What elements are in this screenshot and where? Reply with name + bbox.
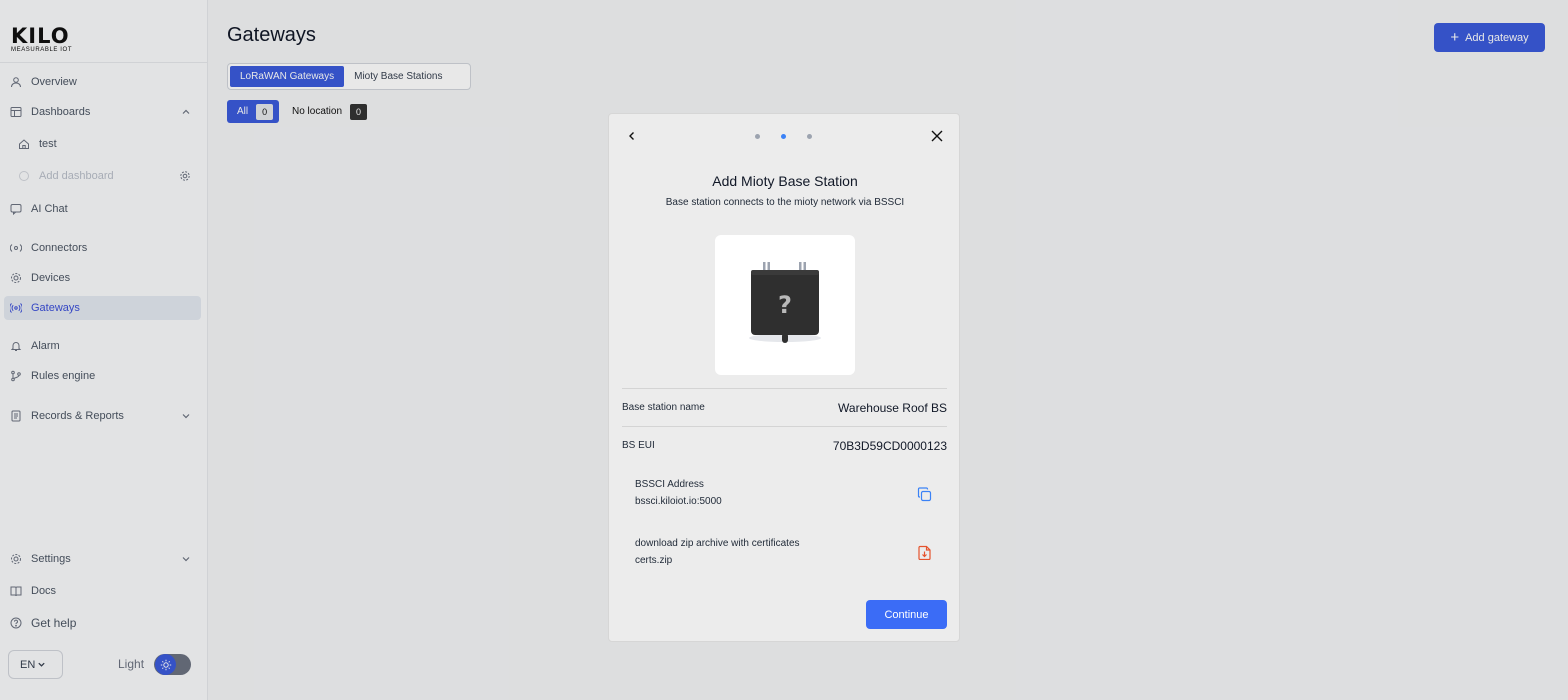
add-base-station-modal: Add Mioty Base Station Base station conn… [608, 113, 960, 642]
copy-icon[interactable] [917, 487, 932, 502]
bssci-address-block: BSSCI Address bssci.kiloiot.io:5000 [635, 476, 935, 510]
step-indicator [755, 134, 812, 139]
base-station-name-value: Warehouse Roof BS [838, 400, 947, 415]
back-arrow-icon[interactable] [626, 130, 638, 142]
modal-subtitle: Base station connects to the mioty netwo… [665, 197, 905, 208]
field-label: BS EUI [622, 440, 655, 451]
certificates-filename: certs.zip [635, 555, 673, 566]
device-illustration: ? [749, 262, 821, 343]
field-label: Base station name [622, 402, 705, 413]
bs-eui-value: 70B3D59CD0000123 [832, 438, 947, 453]
bssci-address-value: bssci.kiloiot.io:5000 [635, 496, 722, 507]
step-dot [755, 134, 760, 139]
base-station-image: ? [715, 235, 855, 375]
download-file-icon[interactable] [918, 545, 932, 560]
certificates-block: download zip archive with certificates c… [635, 535, 935, 569]
bssci-address-label: BSSCI Address [635, 479, 704, 490]
step-dot [807, 134, 812, 139]
bs-eui-row: BS EUI 70B3D59CD0000123 [622, 426, 947, 464]
base-station-name-row: Base station name Warehouse Roof BS [622, 388, 947, 426]
step-dot-active [781, 134, 786, 139]
continue-button[interactable]: Continue [866, 600, 947, 629]
modal-title: Add Mioty Base Station [712, 173, 858, 189]
device-glyph: ? [778, 291, 792, 319]
certificates-label: download zip archive with certificates [635, 538, 800, 549]
close-icon[interactable] [930, 129, 944, 143]
